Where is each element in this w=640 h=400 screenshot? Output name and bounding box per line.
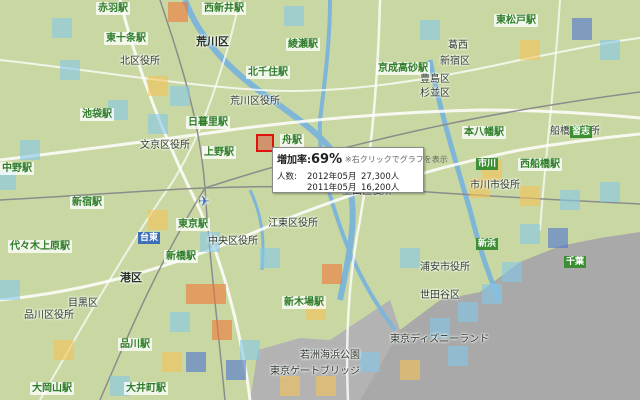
place-label: 港区 <box>120 271 142 284</box>
place-label: 豊島区 <box>420 74 450 85</box>
station-label[interactable]: 池袋駅 <box>80 108 114 121</box>
route-badge: 台東 <box>138 232 161 244</box>
place-label: 文京区役所 <box>140 140 190 151</box>
station-label[interactable]: 西新井駅 <box>202 2 246 15</box>
station-label[interactable]: 上野駅 <box>202 146 236 159</box>
station-label[interactable]: 大岡山駅 <box>30 382 74 395</box>
growth-rate-value: 69% <box>311 152 343 167</box>
station-label[interactable]: 赤羽駅 <box>96 2 130 15</box>
airport-icon: ✈ <box>198 194 210 210</box>
place-label: 北区役所 <box>120 56 160 67</box>
station-label[interactable]: 品川駅 <box>118 338 152 351</box>
place-label: 目黒区 <box>68 298 98 309</box>
station-label[interactable]: 綾瀬駅 <box>286 38 320 51</box>
place-label: 新宿区 <box>440 56 470 67</box>
station-label[interactable]: 新宿駅 <box>70 196 104 209</box>
station-label[interactable]: 東十条駅 <box>104 32 148 45</box>
place-label: 品川区役所 <box>24 310 74 321</box>
place-label: 市川市役所 <box>470 180 520 191</box>
route-badge: 習志 <box>570 126 593 138</box>
growth-rate: 増加率:69% <box>277 151 342 167</box>
place-label: 世田谷区 <box>420 290 460 301</box>
place-label: 杉並区 <box>420 88 450 99</box>
station-label[interactable]: 新橋駅 <box>164 250 198 263</box>
station-label[interactable]: 北千住駅 <box>246 66 290 79</box>
station-label[interactable]: 代々木上原駅 <box>8 240 72 253</box>
station-label[interactable]: 東松戸駅 <box>494 14 538 27</box>
population-value: 16,200人 <box>361 183 400 193</box>
station-label[interactable]: 中野駅 <box>0 162 34 175</box>
growth-rate-label: 増加率: <box>277 155 311 166</box>
station-label[interactable]: 大井町駅 <box>124 382 168 395</box>
graph-hint: ※右クリックでグラフを表示 <box>345 155 448 164</box>
population-row-2011: 2011年05月 16,200人 <box>277 181 399 193</box>
place-label: 荒川区役所 <box>230 96 280 107</box>
place-label: 東京ディズニーランド <box>390 334 490 345</box>
place-label: 若洲海浜公園 <box>300 350 360 361</box>
map-view[interactable]: 赤羽駅 西新井駅 東松戸駅 東十条駅 綾瀬駅 京成高砂駅 北千住駅 池袋駅 日暮… <box>0 0 640 400</box>
place-label: 江東区役所 <box>268 218 318 229</box>
place-label: 中央区役所 <box>208 236 258 247</box>
place-label: 葛西 <box>448 40 468 51</box>
station-label[interactable]: 新木場駅 <box>282 296 326 309</box>
station-label[interactable]: 東京駅 <box>176 218 210 231</box>
info-popup[interactable]: 増加率:69% ※右クリックでグラフを表示 人数: 2012年05月 27,300人… <box>272 147 448 193</box>
station-label[interactable]: 本八幡駅 <box>462 126 506 139</box>
period-label: 2011年05月 <box>307 183 357 193</box>
place-label: 荒川区 <box>196 35 229 48</box>
station-label[interactable]: 舟駅 <box>280 134 304 147</box>
station-label[interactable]: 日暮里駅 <box>186 116 230 129</box>
route-badge: 千葉 <box>564 256 587 268</box>
route-badge: 市川 <box>476 158 499 170</box>
place-label: 東京ゲートブリッジ <box>270 366 360 377</box>
route-badge: 新浜 <box>476 238 499 250</box>
place-label: 浦安市役所 <box>420 262 470 273</box>
station-label[interactable]: 西船橋駅 <box>518 158 562 171</box>
